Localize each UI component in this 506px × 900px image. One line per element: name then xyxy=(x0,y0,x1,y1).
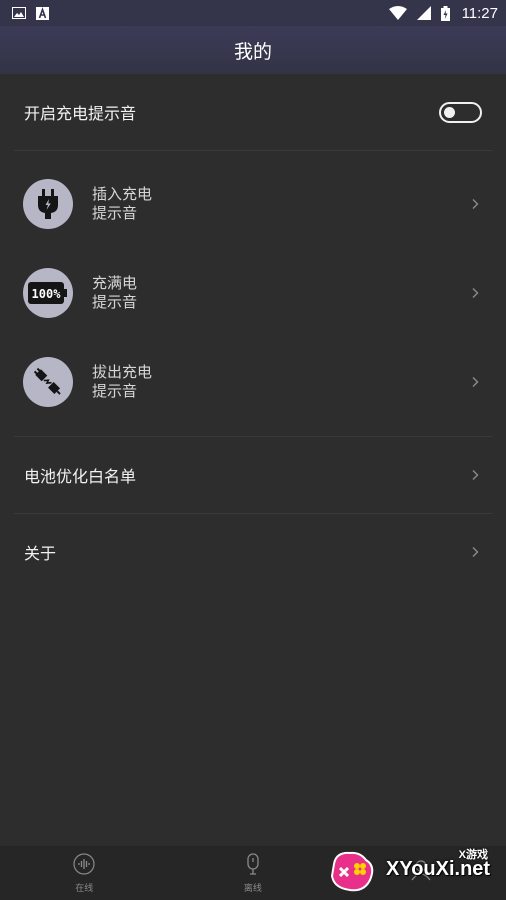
plug-in-sound-text: 插入充电 提示音 xyxy=(92,185,152,223)
full-charge-sound-line1: 充满电 xyxy=(92,274,138,292)
plug-in-sound-row[interactable]: 插入充电 提示音 xyxy=(0,160,506,248)
status-bar: 11:27 xyxy=(0,0,506,26)
chevron-right-icon xyxy=(470,197,480,211)
battery-full-icon: 100% xyxy=(23,268,73,318)
nav-item-offline[interactable]: 离线 xyxy=(169,846,338,900)
image-icon xyxy=(12,7,26,19)
nav-label-online: 在线 xyxy=(75,883,94,894)
chevron-right-icon xyxy=(470,545,480,559)
gamepad-logo-icon xyxy=(330,851,374,892)
unplug-icon xyxy=(23,357,73,407)
status-time: 11:27 xyxy=(461,4,498,22)
chevron-right-icon xyxy=(470,286,480,300)
battery-full-icon-text: 100% xyxy=(32,287,62,301)
status-bar-right: 11:27 xyxy=(388,4,498,22)
toggle-knob xyxy=(444,106,455,118)
wifi-icon xyxy=(388,6,407,20)
about-row[interactable]: 关于 xyxy=(0,514,506,590)
full-charge-sound-text: 充满电 提示音 xyxy=(92,274,137,312)
charge-sound-toggle[interactable] xyxy=(439,101,482,123)
signal-icon xyxy=(416,6,431,20)
battery-whitelist-row[interactable]: 电池优化白名单 xyxy=(0,437,506,513)
chevron-right-icon xyxy=(470,468,480,482)
unplug-sound-line2: 提示音 xyxy=(92,382,138,400)
divider xyxy=(14,150,492,151)
chevron-right-icon xyxy=(470,375,480,389)
about-label: 关于 xyxy=(24,544,57,563)
unplug-sound-line1: 拔出充电 xyxy=(92,363,153,381)
a-box-icon xyxy=(36,6,49,20)
watermark: X游戏 XYouXi.net xyxy=(326,844,498,896)
microphone-icon xyxy=(242,852,264,875)
battery-whitelist-label: 电池优化白名单 xyxy=(24,467,137,486)
voice-wave-icon xyxy=(73,852,95,875)
plug-in-sound-line2: 提示音 xyxy=(92,204,138,222)
plug-in-sound-line1: 插入充电 xyxy=(92,185,153,203)
unplug-sound-row[interactable]: 拔出充电 提示音 xyxy=(0,338,506,426)
status-bar-left xyxy=(12,6,49,20)
charge-sound-toggle-label: 开启充电提示音 xyxy=(24,104,137,123)
nav-item-online[interactable]: 在线 xyxy=(0,846,169,900)
full-charge-sound-line2: 提示音 xyxy=(92,293,138,311)
full-charge-sound-row[interactable]: 100% 充满电 提示音 xyxy=(0,249,506,337)
nav-label-offline: 离线 xyxy=(243,883,262,894)
watermark-brand: XYouXi.net xyxy=(386,858,491,880)
app-bar: 我的 xyxy=(0,26,506,74)
battery-icon xyxy=(440,5,450,21)
plug-icon xyxy=(23,179,73,229)
charge-sound-toggle-row[interactable]: 开启充电提示音 xyxy=(0,74,506,150)
unplug-sound-text: 拔出充电 提示音 xyxy=(92,363,152,401)
page-title: 我的 xyxy=(233,40,272,63)
